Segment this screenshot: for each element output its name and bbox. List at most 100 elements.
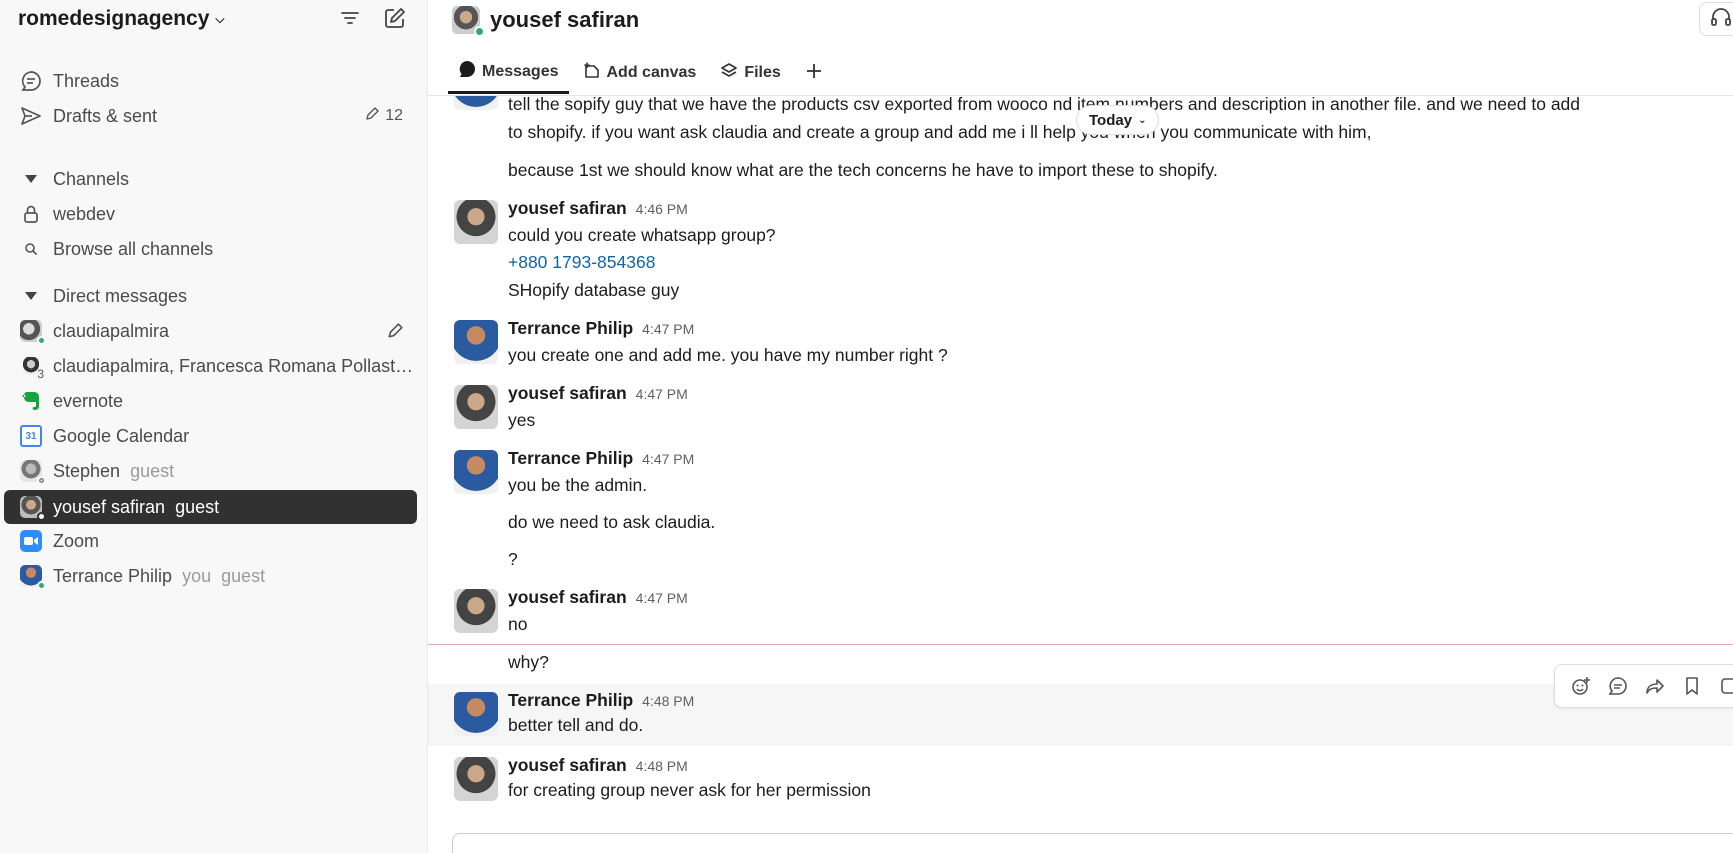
dm-item-claudiapalmira[interactable]: claudiapalmira [18,315,415,347]
dm-item-terrance-philip[interactable]: Terrance Philip you guest [18,560,415,592]
channel-tabs: Messages Add canvas Files [448,52,833,96]
section-channels[interactable]: Channels [18,163,415,195]
sidebar-item-browse-channels[interactable]: Browse all channels [18,233,415,265]
add-tab-button[interactable] [795,52,833,94]
headphones-icon [1710,6,1732,33]
message-text: for creating group never ask for her per… [508,780,871,800]
sidebar-item-label: Terrance Philip [53,565,173,586]
avatar[interactable] [454,96,498,110]
phone-link[interactable]: +880 1793-854368 [508,252,655,273]
message-time[interactable]: 4:46 PM [636,201,688,217]
bookmark-icon[interactable] [1677,670,1706,702]
canvas-icon [583,62,601,85]
message-sender[interactable]: yousef safiran [508,587,627,608]
message-bubble-icon [458,60,476,83]
pencil-icon [365,106,379,126]
you-tag: you [182,565,212,586]
message-time[interactable]: 4:47 PM [636,590,688,606]
add-reaction-icon[interactable] [1567,670,1596,702]
message-text: you create one and add me. you have my n… [508,345,948,365]
sidebar-item-webdev[interactable]: webdev [18,198,415,230]
section-label: Direct messages [53,285,188,306]
message-text: SHopify database guy [508,280,680,300]
sidebar-item-drafts[interactable]: Drafts & sent 12 [18,100,415,132]
sidebar-item-label: claudiapalmira, Francesca Romana Pollast… [53,355,414,376]
message-text: you be the admin. [508,475,648,495]
dm-item-stephen[interactable]: Stephen guest [18,455,415,487]
dm-item-yousef-safiran[interactable]: yousef safiran guest [4,490,417,524]
compose-icon[interactable] [382,6,408,30]
workspace-switcher[interactable]: romedesignagency ⌵ [18,4,225,34]
message-composer[interactable] [452,833,1733,853]
dm-item-group[interactable]: 3 claudiapalmira, Francesca Romana Polla… [18,350,415,382]
zoom-icon [18,528,44,554]
dm-item-evernote[interactable]: evernote [18,385,415,417]
edit-icon[interactable] [387,323,415,339]
message-actions-toolbar [1554,664,1733,708]
section-direct-messages[interactable]: Direct messages [18,280,415,312]
message-time[interactable]: 4:47 PM [636,386,688,402]
message-text: better tell and do. [508,715,644,735]
sidebar-item-label: claudiapalmira [53,320,170,341]
message-sender[interactable]: yousef safiran [508,383,627,404]
message-sender[interactable]: yousef safiran [508,755,627,776]
more-actions-icon[interactable] [1714,670,1733,702]
page-title: yousef safiran [490,7,640,32]
avatar[interactable] [454,200,498,244]
reply-thread-icon[interactable] [1604,670,1633,702]
message-text: could you create whatsapp group? [508,225,776,245]
message-text: do we need to ask claudia. [508,512,716,532]
search-icon [18,236,44,262]
drafts-count: 12 [385,107,403,124]
message-text: ? [508,549,518,569]
chevron-down-icon: ⌄ [1138,114,1147,126]
forward-icon[interactable] [1641,670,1670,702]
dm-item-google-calendar[interactable]: 31 Google Calendar [18,420,415,452]
message-time[interactable]: 4:48 PM [642,693,694,709]
avatar [20,565,46,590]
message-sender[interactable]: yousef safiran [508,198,627,219]
sidebar-item-label: yousef safiran [53,496,166,517]
avatar [20,496,46,521]
calendar-icon: 31 [18,423,44,449]
workspace-name: romedesignagency [18,7,210,30]
message-time[interactable]: 4:47 PM [642,451,694,467]
tab-files[interactable]: Files [710,52,790,94]
tab-add-canvas[interactable]: Add canvas [573,52,707,94]
avatar[interactable] [454,320,498,364]
message-text: no [508,614,528,634]
sidebar-item-label: Browse all channels [53,238,214,259]
sidebar-item-threads[interactable]: Threads [18,65,415,97]
huddle-button[interactable] [1699,2,1733,36]
sidebar-item-label: Threads [53,70,120,91]
message-sender[interactable]: Terrance Philip [508,448,633,469]
layers-icon [720,62,738,85]
message-time[interactable]: 4:48 PM [636,758,688,774]
avatar[interactable] [454,450,498,494]
sidebar-item-label: Drafts & sent [53,105,158,126]
avatar[interactable] [454,692,498,736]
message-text: tell the sopify guy that we have the pro… [508,96,1581,114]
lock-icon [18,201,44,227]
message-sender[interactable]: Terrance Philip [508,690,633,711]
message-sender[interactable]: Terrance Philip [508,318,633,339]
message-list[interactable]: tell the sopify guy that we have the pro… [428,96,1733,831]
caret-down-icon [18,166,44,192]
threads-icon [18,68,44,94]
conversation-pane: yousef safiran Messages Add canvas Files [428,0,1733,853]
avatar[interactable] [454,589,498,633]
avatar [452,6,485,37]
tab-messages[interactable]: Messages [448,52,569,94]
filter-icon[interactable] [337,6,363,30]
channel-header[interactable]: yousef safiran [452,4,640,37]
avatar [20,320,46,345]
date-jump-button[interactable]: Today ⌄ [1076,105,1160,135]
evernote-icon [18,388,44,414]
caret-down-icon [18,283,44,309]
avatar[interactable] [454,757,498,801]
avatar[interactable] [454,385,498,429]
message-time[interactable]: 4:47 PM [642,321,694,337]
message-text: because 1st we should know what are the … [508,160,1218,180]
dm-item-zoom[interactable]: Zoom [18,525,415,557]
sidebar-item-label: Zoom [53,530,100,551]
